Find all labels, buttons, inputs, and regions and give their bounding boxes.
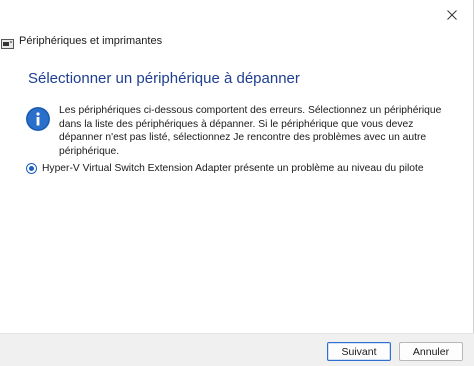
title-bar: Périphériques et imprimantes bbox=[0, 33, 162, 49]
devices-printers-icon bbox=[1, 36, 14, 49]
close-button[interactable] bbox=[430, 0, 474, 30]
device-option-label[interactable]: Hyper-V Virtual Switch Extension Adapter… bbox=[42, 163, 424, 174]
radio-dot bbox=[29, 166, 34, 171]
radio-button-selected[interactable] bbox=[26, 163, 37, 174]
close-icon bbox=[447, 10, 457, 20]
info-message: Les périphériques ci-dessous comportent … bbox=[26, 104, 458, 158]
dialog-footer: Suivant Annuler bbox=[0, 333, 474, 366]
device-option[interactable]: Hyper-V Virtual Switch Extension Adapter… bbox=[26, 163, 424, 174]
page-heading: Sélectionner un périphérique à dépanner bbox=[28, 70, 300, 87]
info-text: Les périphériques ci-dessous comportent … bbox=[59, 105, 442, 157]
cancel-button[interactable]: Annuler bbox=[399, 342, 463, 361]
window-title: Périphériques et imprimantes bbox=[19, 35, 163, 47]
info-icon bbox=[26, 107, 50, 131]
dialog-window: Périphériques et imprimantes Sélectionne… bbox=[0, 0, 474, 366]
next-button[interactable]: Suivant bbox=[327, 342, 391, 361]
